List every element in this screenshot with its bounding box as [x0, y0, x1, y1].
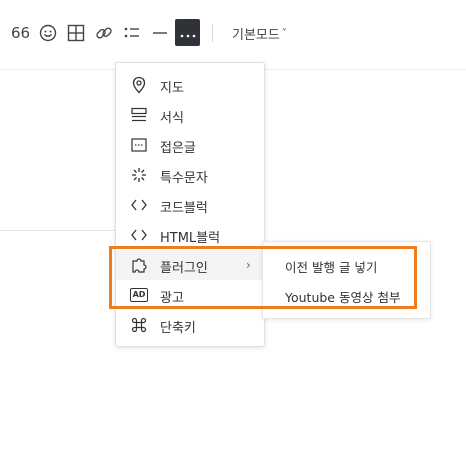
ad-badge: AD: [129, 288, 149, 302]
menu-item-label: 광고: [160, 291, 184, 306]
chevron-down-icon: ˅: [281, 27, 287, 39]
menu-item-label: 플러그인: [160, 261, 208, 276]
menu-item-template[interactable]: 서식: [116, 100, 264, 130]
mode-label: 기본모드: [232, 27, 280, 43]
plugin-submenu: 이전 발행 글 넣기 Youtube 동영상 첨부: [262, 241, 431, 319]
more-icon: [180, 23, 196, 42]
menu-item-fold[interactable]: 접은글: [116, 130, 264, 160]
fold-icon: [130, 136, 148, 154]
editor-toolbar: 66 기본모드 ˅: [0, 0, 466, 66]
menu-item-label: 접은글: [160, 141, 196, 156]
menu-item-map[interactable]: 지도: [116, 70, 264, 100]
horizontal-rule-icon[interactable]: [148, 21, 172, 45]
table-icon[interactable]: [64, 21, 88, 45]
menu-item-plugin[interactable]: 플러그인 ›: [116, 250, 264, 280]
content-divider: [0, 230, 120, 231]
html-icon: [130, 226, 148, 244]
chevron-right-icon: ›: [246, 258, 251, 272]
shortcut-icon: [130, 316, 148, 334]
map-pin-icon: [130, 76, 148, 94]
menu-item-label: 특수문자: [160, 171, 208, 186]
list-icon[interactable]: [120, 21, 144, 45]
more-menu: 지도 서식 접은글 특수문자 코드블럭 HTML블럭 플러그인 › AD 광고 …: [115, 62, 265, 347]
link-icon[interactable]: [92, 21, 116, 45]
submenu-item-attach-youtube[interactable]: Youtube 동영상 첨부: [285, 287, 400, 306]
ad-icon: AD: [129, 286, 149, 304]
menu-item-code-block[interactable]: 코드블럭: [116, 190, 264, 220]
menu-item-label: 단축키: [160, 321, 196, 336]
quote-icon[interactable]: 66: [8, 21, 32, 45]
svg-text:66: 66: [11, 26, 29, 40]
menu-item-label: 서식: [160, 111, 184, 126]
menu-item-html-block[interactable]: HTML블럭: [116, 220, 264, 250]
mode-selector[interactable]: 기본모드 ˅: [232, 24, 287, 43]
submenu-item-insert-previous-post[interactable]: 이전 발행 글 넣기: [285, 257, 377, 276]
menu-item-label: 코드블럭: [160, 201, 208, 216]
more-button[interactable]: [175, 19, 200, 46]
menu-item-shortcut[interactable]: 단축키: [116, 310, 264, 340]
code-icon: [130, 196, 148, 214]
plugin-icon: [130, 256, 148, 274]
template-icon: [130, 106, 148, 124]
menu-item-label: HTML블럭: [160, 231, 221, 246]
special-char-icon: [130, 166, 148, 184]
menu-item-ad[interactable]: AD 광고: [116, 280, 264, 310]
menu-item-special-char[interactable]: 특수문자: [116, 160, 264, 190]
menu-item-label: 지도: [160, 81, 184, 96]
emoji-icon[interactable]: [36, 21, 60, 45]
toolbar-separator: [212, 24, 213, 42]
